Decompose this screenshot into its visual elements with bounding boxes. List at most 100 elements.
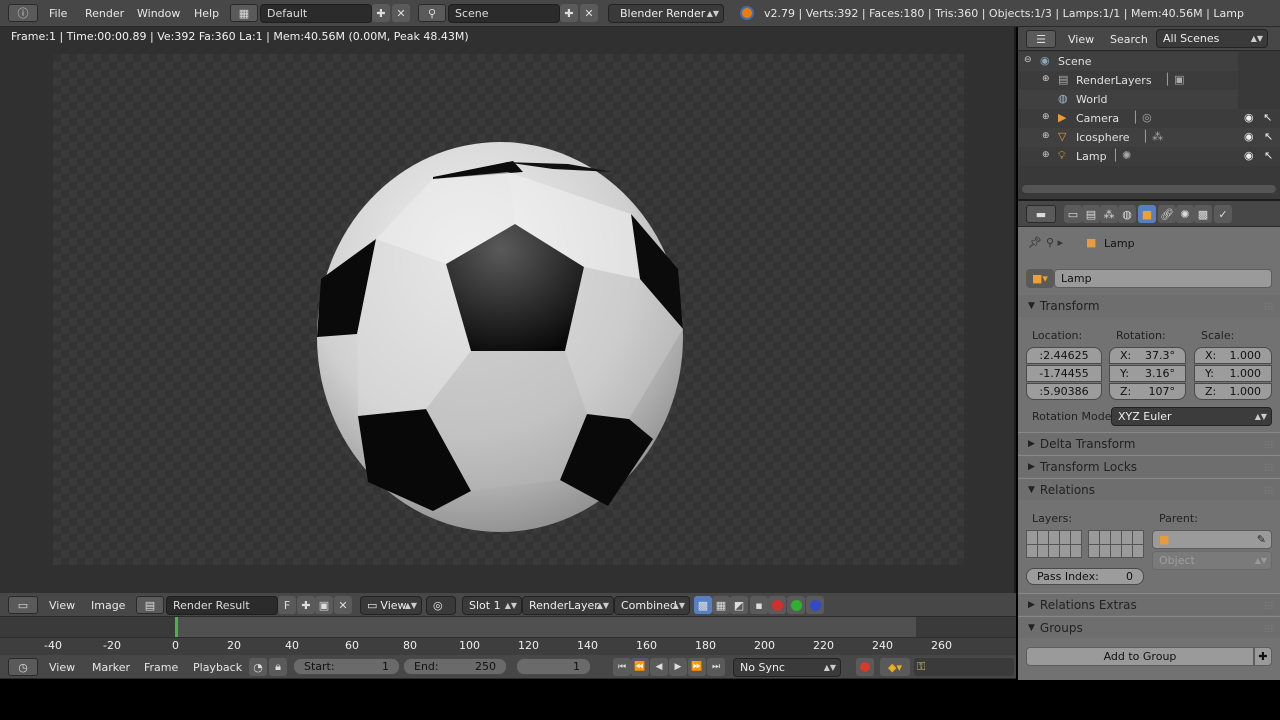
pivot-dropdown[interactable]: ◎ (426, 596, 456, 615)
current-frame-field[interactable]: 1 (516, 658, 591, 675)
screen-layout-icon[interactable]: ▦ (230, 4, 258, 22)
current-frame-marker[interactable] (175, 617, 178, 638)
object-type-icon[interactable]: ■▾ (1026, 269, 1054, 288)
keying-set-field-icon[interactable]: ⚿ (914, 658, 1014, 676)
draw-color-icon[interactable]: ▪ (750, 596, 768, 614)
layer-grid-left[interactable] (1026, 530, 1082, 558)
visibility-eye-icon[interactable]: ◉ (1244, 130, 1254, 143)
menu-frame[interactable]: Frame (144, 661, 178, 674)
menu-playback[interactable]: Playback (193, 661, 242, 674)
info-editor-icon[interactable]: ⓘ (8, 4, 38, 22)
add-layout-icon[interactable]: ✚ (372, 4, 390, 22)
relations-panel-header[interactable]: ▼ Relations (1018, 478, 1280, 500)
unlink-image-icon[interactable]: ✕ (334, 596, 352, 614)
jump-start-icon[interactable]: ⏮ (613, 658, 631, 676)
render-canvas[interactable] (53, 54, 964, 565)
parent-field[interactable]: ■ ✎ (1152, 530, 1272, 549)
transform-locks-panel-header[interactable]: ▶ Transform Locks (1018, 455, 1280, 477)
pin-icon[interactable]: 📌︎ (1028, 236, 1042, 249)
outliner-row-icosphere[interactable]: ⊕ ▽ Icosphere │ ⁂ ◉ ↖ (1018, 128, 1280, 147)
green-channel-icon[interactable] (787, 596, 805, 614)
play-icon[interactable]: ▶ (669, 658, 687, 676)
display-mode-dropdown[interactable]: All Scenes ▲▼ (1156, 29, 1268, 48)
sync-dropdown[interactable]: No Sync ▲▼ (733, 658, 841, 677)
image-name-field[interactable]: Render Result (166, 596, 278, 615)
remove-layout-icon[interactable]: ✕ (392, 4, 410, 22)
remove-scene-icon[interactable]: ✕ (580, 4, 598, 22)
menu-help[interactable]: Help (194, 7, 219, 20)
jump-keyframe-back-icon[interactable]: ⏪ (631, 658, 649, 676)
eyedropper-icon[interactable]: ✎ (1257, 533, 1266, 546)
texture-tab-icon[interactable]: ▩ (1194, 205, 1212, 223)
panel-grip-icon[interactable] (1264, 624, 1274, 632)
menu-window[interactable]: Window (137, 7, 180, 20)
record-icon[interactable] (856, 658, 874, 676)
visibility-eye-icon[interactable]: ◉ (1244, 111, 1254, 124)
properties-editor[interactable]: ▬ ▭ ▤ ⁂ ◍ ■ 🔗︎ ✺ ▩ ✓ 📌︎ ⚲ ▸ ■ Lamp ■▾ La… (1018, 199, 1280, 680)
expand-icon[interactable]: ⊖ (1024, 55, 1032, 65)
outliner-row-lamp[interactable]: ⊕ 💡︎ Lamp │ ✺ ◉ ↖ (1018, 147, 1280, 166)
preview-range-icon[interactable]: ◔ (249, 658, 267, 676)
layer-grid-right[interactable] (1088, 530, 1144, 558)
scale-y-field[interactable]: Y: 1.000 (1194, 365, 1272, 382)
keying-set-icon[interactable]: ◆▾ (880, 658, 910, 676)
scene-icon[interactable]: ⚲ (418, 4, 446, 22)
draw-zbuffer-icon[interactable]: ◩ (730, 596, 748, 614)
outliner-row-renderlayers[interactable]: ⊕ ▤ RenderLayers │ ▣ (1018, 71, 1238, 90)
selectable-cursor-icon[interactable]: ↖ (1264, 149, 1273, 162)
location-y-field[interactable]: -1.74455 (1026, 365, 1102, 382)
draw-checker-icon[interactable]: ▦ (712, 596, 730, 614)
world-tab-icon[interactable]: ◍ (1118, 205, 1136, 223)
blue-channel-icon[interactable] (806, 596, 824, 614)
delta-transform-panel-header[interactable]: ▶ Delta Transform (1018, 432, 1280, 454)
panel-grip-icon[interactable] (1264, 486, 1274, 494)
timeline[interactable]: -40 -20 0 20 40 60 80 100 120 140 160 18… (0, 617, 1016, 655)
data-tab-icon[interactable]: ✺ (1176, 205, 1194, 223)
outliner-editor-icon[interactable]: ☰ (1026, 30, 1056, 48)
menu-render[interactable]: Render (85, 7, 124, 20)
outliner-row-camera[interactable]: ⊕ ▶ Camera │ ◎ (1018, 109, 1280, 128)
menu-marker[interactable]: Marker (92, 661, 130, 674)
transform-panel-header[interactable]: ▼ Transform (1018, 295, 1280, 317)
expand-icon[interactable]: ⊕ (1042, 150, 1050, 160)
start-frame-field[interactable]: Start: 1 (293, 658, 400, 675)
render-layers-tab-icon[interactable]: ▤ (1082, 205, 1100, 223)
pass-dropdown[interactable]: Combined ▲▼ (614, 596, 690, 615)
add-to-group-button[interactable]: Add to Group (1026, 647, 1254, 666)
image-browse-icon[interactable]: ▤ (136, 596, 164, 614)
timeline-editor-icon[interactable]: ◷ (8, 658, 38, 676)
properties-editor-icon[interactable]: ▬ (1026, 205, 1056, 223)
rotation-z-field[interactable]: Z: 107° (1109, 383, 1186, 400)
fake-user-button[interactable]: F (278, 596, 296, 614)
visibility-eye-icon[interactable]: ◉ (1244, 149, 1254, 162)
menu-search[interactable]: Search (1110, 33, 1148, 46)
groups-panel-header[interactable]: ▼ Groups (1018, 616, 1280, 638)
object-tab-icon[interactable]: ■ (1138, 205, 1156, 223)
parent-type-dropdown[interactable]: Object ▲▼ (1152, 551, 1272, 570)
menu-view[interactable]: View (1068, 33, 1094, 46)
jump-end-icon[interactable]: ⏭ (707, 658, 725, 676)
scale-z-field[interactable]: Z: 1.000 (1194, 383, 1272, 400)
render-tab-icon[interactable]: ▭ (1064, 205, 1082, 223)
rotation-x-field[interactable]: X: 37.3° (1109, 347, 1186, 364)
relations-extras-panel-header[interactable]: ▶ Relations Extras (1018, 593, 1280, 615)
rotation-y-field[interactable]: Y: 3.16° (1109, 365, 1186, 382)
outliner[interactable]: ☰ View Search All Scenes ▲▼ ⊖ ◉ Scene ⊕ … (1018, 27, 1280, 199)
outliner-row-scene[interactable]: ⊖ ◉ Scene (1018, 52, 1238, 71)
open-image-icon[interactable]: ▣ (315, 596, 333, 614)
panel-grip-icon[interactable] (1264, 463, 1274, 471)
location-z-field[interactable]: :5.90386 (1026, 383, 1102, 400)
scene-tab-icon[interactable]: ⁂ (1100, 205, 1118, 223)
scene-field[interactable]: Scene (448, 4, 560, 23)
constraints-tab-icon[interactable]: 🔗︎ (1158, 205, 1176, 223)
panel-grip-icon[interactable] (1264, 302, 1274, 310)
image-editor[interactable]: Frame:1 | Time:00:00.89 | Ve:392 Fa:360 … (0, 27, 1016, 593)
render-engine-dropdown[interactable]: Blender Render ▲▼ (608, 4, 724, 23)
editor-type-icon[interactable]: ▭ (8, 596, 38, 614)
add-scene-icon[interactable]: ✚ (560, 4, 578, 22)
rotation-mode-dropdown[interactable]: XYZ Euler ▲▼ (1111, 407, 1272, 426)
end-frame-field[interactable]: End: 250 (403, 658, 507, 675)
outliner-row-world[interactable]: ◍ World (1018, 90, 1238, 109)
menu-image[interactable]: Image (91, 599, 125, 612)
expand-icon[interactable]: ⊕ (1042, 74, 1050, 84)
